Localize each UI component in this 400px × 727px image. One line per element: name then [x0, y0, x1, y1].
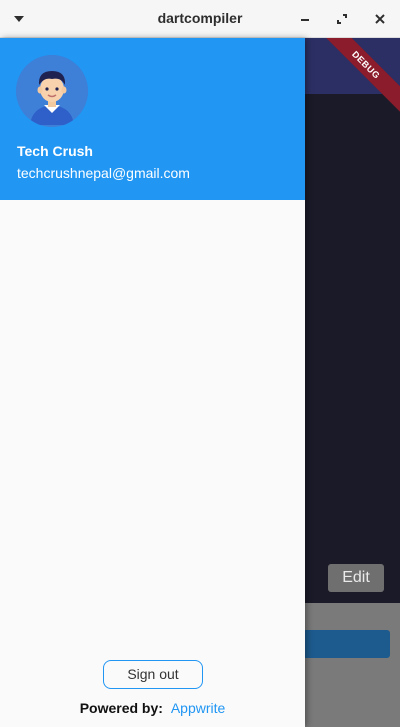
sign-out-button[interactable]: Sign out: [103, 660, 203, 689]
user-email: techcrushnepal@gmail.com: [17, 165, 190, 181]
window-titlebar: dartcompiler: [0, 0, 400, 38]
close-icon[interactable]: [372, 11, 388, 27]
powered-by-label: Powered by:: [79, 700, 163, 716]
appwrite-link[interactable]: Appwrite: [171, 700, 225, 716]
maximize-icon[interactable]: [334, 11, 350, 27]
powered-by: Powered by: Appwrite: [0, 700, 305, 716]
edit-button[interactable]: Edit: [328, 564, 384, 592]
minimize-icon[interactable]: [297, 11, 313, 27]
avatar-icon: [16, 55, 88, 127]
bottom-action-bar[interactable]: [290, 630, 390, 658]
user-name: Tech Crush: [17, 143, 93, 159]
drawer-header: Tech Crush techcrushnepal@gmail.com: [0, 38, 305, 200]
navigation-drawer: Tech Crush techcrushnepal@gmail.com Sign…: [0, 38, 305, 727]
